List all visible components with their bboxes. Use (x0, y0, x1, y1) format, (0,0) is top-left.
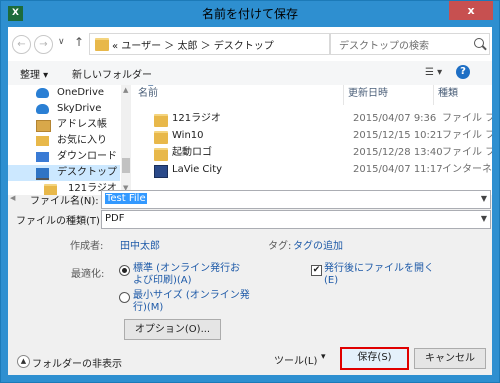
shortcut-icon (154, 165, 168, 178)
tree-scrollbar[interactable]: ▲ ▼ (121, 85, 131, 195)
optimize-minimum-label[interactable]: 最小サイズ (オンライン発 行)(M) (133, 290, 250, 314)
filetype-label: ファイルの種類(T): (16, 216, 104, 227)
file-row[interactable]: 121ラジオ 2015/04/07 9:36 ファイル フォルダー (134, 110, 492, 127)
filename-field[interactable]: Test File ▼ (101, 190, 491, 209)
chevron-down-icon[interactable]: ▼ (481, 214, 487, 223)
back-button[interactable]: ← (12, 35, 31, 54)
folder-icon (154, 131, 168, 144)
breadcrumb[interactable]: « ユーザー ＞ 太郎 ＞ デスクトップ (112, 37, 274, 52)
file-row[interactable]: Win10 2015/12/15 10:21 ファイル フォルダー (134, 127, 492, 144)
save-as-dialog: X 名前を付けて保存 x ← → ∨ ↑ « ユーザー ＞ 太郎 ＞ デスクトッ… (0, 0, 500, 383)
tree-item-address-book[interactable]: アドレス帳 (8, 117, 120, 133)
tree-item-desktop[interactable]: デスクトップ (8, 165, 120, 181)
column-header-type[interactable]: 種類 (434, 85, 492, 105)
filetype-select[interactable]: PDF ▼ (101, 210, 491, 229)
optimize-standard-label[interactable]: 標準 (オンライン発行お よび印刷)(A) (133, 263, 240, 287)
tree-item-onedrive[interactable]: OneDrive (8, 85, 120, 101)
cloud-icon (36, 88, 49, 98)
open-after-publish-checkbox[interactable]: ✔ (311, 265, 322, 276)
close-button[interactable]: x (449, 1, 493, 20)
filename-label: ファイル名(N): (30, 196, 99, 207)
desktop-icon (36, 168, 49, 180)
navigation-bar: ← → ∨ ↑ « ユーザー ＞ 太郎 ＞ デスクトップ ∨ ↻ デスクトップの… (8, 27, 492, 61)
hide-folders-button[interactable]: フォルダーの非表示 (32, 355, 122, 370)
scroll-up-icon[interactable]: ▲ (123, 86, 128, 94)
chevron-up-icon[interactable]: ▲ (17, 355, 30, 368)
save-button[interactable]: 保存(S) (340, 347, 409, 370)
author-field[interactable]: 田中太郎 (120, 237, 160, 252)
optimize-label: 最適化: (71, 269, 105, 280)
tags-field[interactable]: タグの追加 (293, 237, 343, 252)
folder-icon (154, 114, 168, 127)
search-icon[interactable] (474, 38, 484, 48)
file-row[interactable]: 起動ロゴ 2015/12/28 13:40 ファイル フォルダー (134, 144, 492, 161)
help-icon[interactable]: ? (456, 65, 470, 79)
optimize-minimum-radio[interactable] (119, 292, 130, 303)
search-box[interactable]: デスクトップの検索 (330, 33, 490, 55)
tools-button[interactable]: ツール(L) (274, 352, 317, 367)
title-bar: X 名前を付けて保存 x (1, 1, 499, 27)
column-header-date[interactable]: 更新日時 (344, 85, 434, 105)
column-header-name[interactable]: 名前 (134, 85, 344, 105)
browse-pane: OneDrive SkyDrive アドレス帳 お気に入り ダウンロード デスク… (8, 85, 492, 195)
organize-button[interactable]: 整理 ▾ (20, 66, 48, 81)
favorites-icon (36, 136, 49, 146)
dialog-title: 名前を付けて保存 (201, 7, 298, 21)
cancel-button[interactable]: キャンセル (414, 348, 486, 369)
tags-label: タグ: (268, 241, 292, 252)
tree-item-downloads[interactable]: ダウンロード (8, 149, 120, 165)
new-folder-button[interactable]: 新しいフォルダー (72, 66, 152, 81)
search-input[interactable]: デスクトップの検索 (339, 37, 429, 52)
recent-locations-dropdown[interactable]: ∨ (58, 37, 65, 47)
forward-button[interactable]: → (34, 35, 53, 54)
up-button[interactable]: ↑ (74, 35, 84, 49)
tools-dropdown-icon[interactable]: ▾ (321, 352, 326, 362)
folder-icon (154, 148, 168, 161)
dialog-body: ← → ∨ ↑ « ユーザー ＞ 太郎 ＞ デスクトップ ∨ ↻ デスクトップの… (8, 27, 492, 375)
tree-item-skydrive[interactable]: SkyDrive (8, 101, 120, 117)
filetype-value[interactable]: PDF (105, 213, 124, 224)
folder-icon (95, 38, 109, 51)
navigation-tree: OneDrive SkyDrive アドレス帳 お気に入り ダウンロード デスク… (8, 85, 132, 195)
scroll-left-icon[interactable]: ◀ (10, 194, 15, 202)
tree-item-favorites[interactable]: お気に入り (8, 133, 120, 149)
address-bar[interactable]: « ユーザー ＞ 太郎 ＞ デスクトップ ∨ ↻ (89, 33, 412, 55)
download-icon (36, 152, 49, 162)
file-list: ▲ 名前 更新日時 種類 121ラジオ 2015/04/07 9:36 ファイル… (134, 85, 492, 195)
chevron-down-icon[interactable]: ▼ (481, 194, 487, 203)
cloud-icon (36, 104, 49, 114)
filename-value[interactable]: Test File (105, 193, 147, 204)
optimize-standard-radio[interactable] (119, 265, 130, 276)
address-book-icon (36, 120, 51, 132)
command-toolbar: 整理 ▾ 新しいフォルダー ☰ ▾ ? (8, 61, 492, 86)
file-row[interactable]: LaVie City 2015/04/07 11:17 インターネット ショ (134, 161, 492, 178)
open-after-publish-label[interactable]: 発行後にファイルを開く (E) (324, 263, 434, 287)
author-label: 作成者: (70, 241, 104, 252)
options-button[interactable]: オプション(O)... (124, 319, 221, 340)
view-options-icon[interactable]: ☰ ▾ (425, 67, 442, 78)
scroll-thumb[interactable] (122, 158, 130, 173)
